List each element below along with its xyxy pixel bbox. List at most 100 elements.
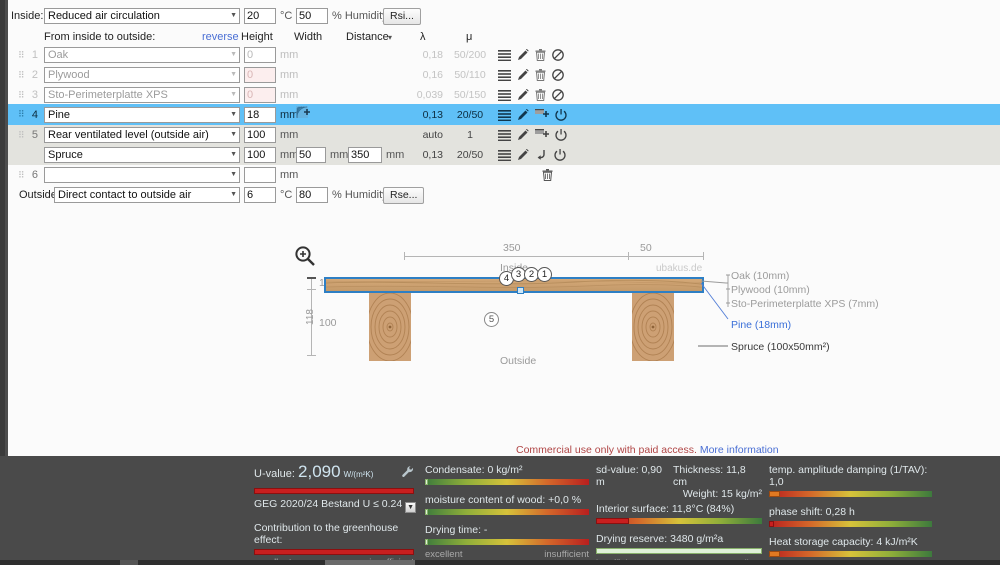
- distance-unit: mm: [386, 149, 405, 161]
- delete-trash-icon[interactable]: [535, 89, 546, 101]
- add-layer-icon[interactable]: [535, 129, 549, 141]
- power-toggle-icon[interactable]: [554, 149, 566, 161]
- dimension-tick: [703, 252, 704, 260]
- dimension-tick: [307, 277, 316, 279]
- layer-height-input[interactable]: [244, 106, 276, 123]
- menu-icon[interactable]: [498, 149, 511, 161]
- menu-icon[interactable]: [498, 49, 511, 61]
- disable-block-icon[interactable]: [552, 49, 564, 61]
- drag-handle-icon[interactable]: ⠿: [18, 70, 25, 81]
- layer-height-input[interactable]: [244, 127, 276, 143]
- drag-handle-icon[interactable]: ⠿: [18, 109, 25, 120]
- outside-climate-select[interactable]: Direct contact to outside air: [54, 187, 240, 203]
- power-toggle-icon[interactable]: [555, 129, 567, 141]
- edit-pencil-icon[interactable]: [517, 129, 529, 141]
- edit-pencil-icon[interactable]: [517, 69, 529, 81]
- undo-arrow-icon[interactable]: [535, 149, 548, 161]
- material-select[interactable]: [44, 167, 240, 183]
- power-toggle-icon[interactable]: [555, 108, 567, 121]
- drag-handle-icon[interactable]: ⠿: [18, 170, 25, 181]
- left-gutter-inner: [0, 0, 5, 456]
- drag-handle-icon[interactable]: ⠿: [18, 130, 25, 141]
- distance-caret-icon[interactable]: ▾: [388, 33, 392, 42]
- greenhouse-bar: [254, 549, 414, 555]
- edit-pencil-icon[interactable]: [517, 89, 529, 101]
- lambda-value: 0,13: [422, 149, 443, 161]
- tav-bar-fill: [769, 491, 781, 497]
- legend-item-pine: Pine (18mm): [731, 319, 792, 331]
- table-row-empty: ⠿ 6 mm: [8, 165, 1000, 185]
- inside-humidity-input[interactable]: [296, 8, 328, 24]
- edit-pencil-icon[interactable]: [517, 149, 529, 161]
- layer-height-input[interactable]: [244, 67, 276, 83]
- app-root: Inside: Reduced air circulation °C % Hum…: [0, 0, 1000, 565]
- wrench-settings-icon[interactable]: [401, 465, 414, 481]
- layer-width-input[interactable]: [296, 147, 326, 163]
- standard-select-icon[interactable]: ▼: [405, 502, 417, 513]
- delete-trash-icon[interactable]: [535, 49, 546, 61]
- post-right[interactable]: [632, 293, 674, 361]
- row-actions: [498, 49, 564, 61]
- layer-height-input[interactable]: [244, 147, 276, 163]
- layer-height-input[interactable]: [244, 167, 276, 183]
- wood-texture-add-icon[interactable]: [296, 106, 311, 123]
- table-row-selected[interactable]: ⠿ 4 Pine mm 0,13 20/50: [8, 104, 1000, 125]
- material-select[interactable]: Plywood: [44, 67, 240, 83]
- material-select[interactable]: Pine: [44, 106, 240, 123]
- material-select[interactable]: Sto-Perimeterplatte XPS: [44, 87, 240, 103]
- drag-handle-icon[interactable]: ⠿: [18, 50, 25, 61]
- outside-humidity-input[interactable]: [296, 187, 328, 203]
- material-select[interactable]: Oak: [44, 47, 240, 63]
- drag-marker[interactable]: [517, 287, 524, 294]
- row-actions: [498, 129, 567, 141]
- weight-label: Weight: 15 kg/m²: [682, 488, 762, 500]
- edit-pencil-icon[interactable]: [517, 49, 529, 61]
- material-select[interactable]: Rear ventilated level (outside air): [44, 127, 240, 143]
- thickness-label: Thickness: 11,8 cm: [673, 464, 746, 488]
- zoom-in-icon[interactable]: [294, 245, 316, 270]
- menu-icon[interactable]: [498, 69, 511, 81]
- outside-diagram-label: Outside: [500, 355, 537, 367]
- dimension-100-label: 100: [319, 317, 337, 329]
- u-value-bar: [254, 488, 414, 494]
- mu-value: 50/110: [454, 69, 486, 81]
- top-dimension-line: [404, 256, 704, 257]
- rsi-button[interactable]: Rsi...: [383, 7, 421, 25]
- outside-temperature-input[interactable]: [244, 187, 276, 203]
- taskbar-item[interactable]: [120, 560, 138, 565]
- layer-badge-1[interactable]: 1: [537, 267, 552, 282]
- layer-height-input[interactable]: [244, 87, 276, 103]
- menu-icon[interactable]: [498, 129, 511, 141]
- edit-pencil-icon[interactable]: [517, 108, 529, 121]
- mu-value: 20/50: [456, 149, 484, 161]
- menu-icon[interactable]: [498, 109, 511, 121]
- scale-left: excellent: [425, 549, 463, 560]
- reverse-link[interactable]: reverse: [202, 31, 239, 43]
- interior-surface-bar: [596, 518, 762, 524]
- more-information-link[interactable]: More information: [700, 444, 779, 456]
- menu-icon[interactable]: [498, 89, 511, 101]
- height-unit: mm: [280, 49, 299, 61]
- delete-trash-icon[interactable]: [542, 169, 553, 181]
- rse-button[interactable]: Rse...: [383, 186, 425, 204]
- delete-trash-icon[interactable]: [535, 69, 546, 81]
- material-select[interactable]: Spruce: [44, 147, 240, 163]
- results-column-thermal: temp. amplitude damping (1/TAV): 1,0 pha…: [769, 456, 932, 565]
- greenhouse-bar-fill: [254, 549, 414, 555]
- layer-height-input[interactable]: [244, 47, 276, 63]
- commercial-notice-text: Commercial use only with paid access.: [516, 444, 697, 456]
- add-layer-icon[interactable]: [535, 108, 549, 121]
- inside-temperature-input[interactable]: [244, 8, 276, 24]
- tav-label: temp. amplitude damping (1/TAV): 1,0: [769, 464, 928, 488]
- heat-storage-bar: [769, 551, 932, 557]
- drag-handle-icon[interactable]: ⠿: [18, 90, 25, 101]
- taskbar-item[interactable]: [325, 560, 415, 565]
- layer-badge-5[interactable]: 5: [484, 312, 499, 327]
- standard-row: GEG 2020/24 Bestand U ≤ 0.24 ▼: [254, 498, 417, 513]
- layer-distance-input[interactable]: [348, 147, 382, 163]
- disable-block-icon[interactable]: [552, 89, 564, 101]
- outside-temperature-unit: °C: [280, 189, 293, 201]
- disable-block-icon[interactable]: [552, 69, 564, 81]
- post-left[interactable]: [369, 293, 411, 361]
- inside-climate-select[interactable]: Reduced air circulation: [44, 8, 240, 24]
